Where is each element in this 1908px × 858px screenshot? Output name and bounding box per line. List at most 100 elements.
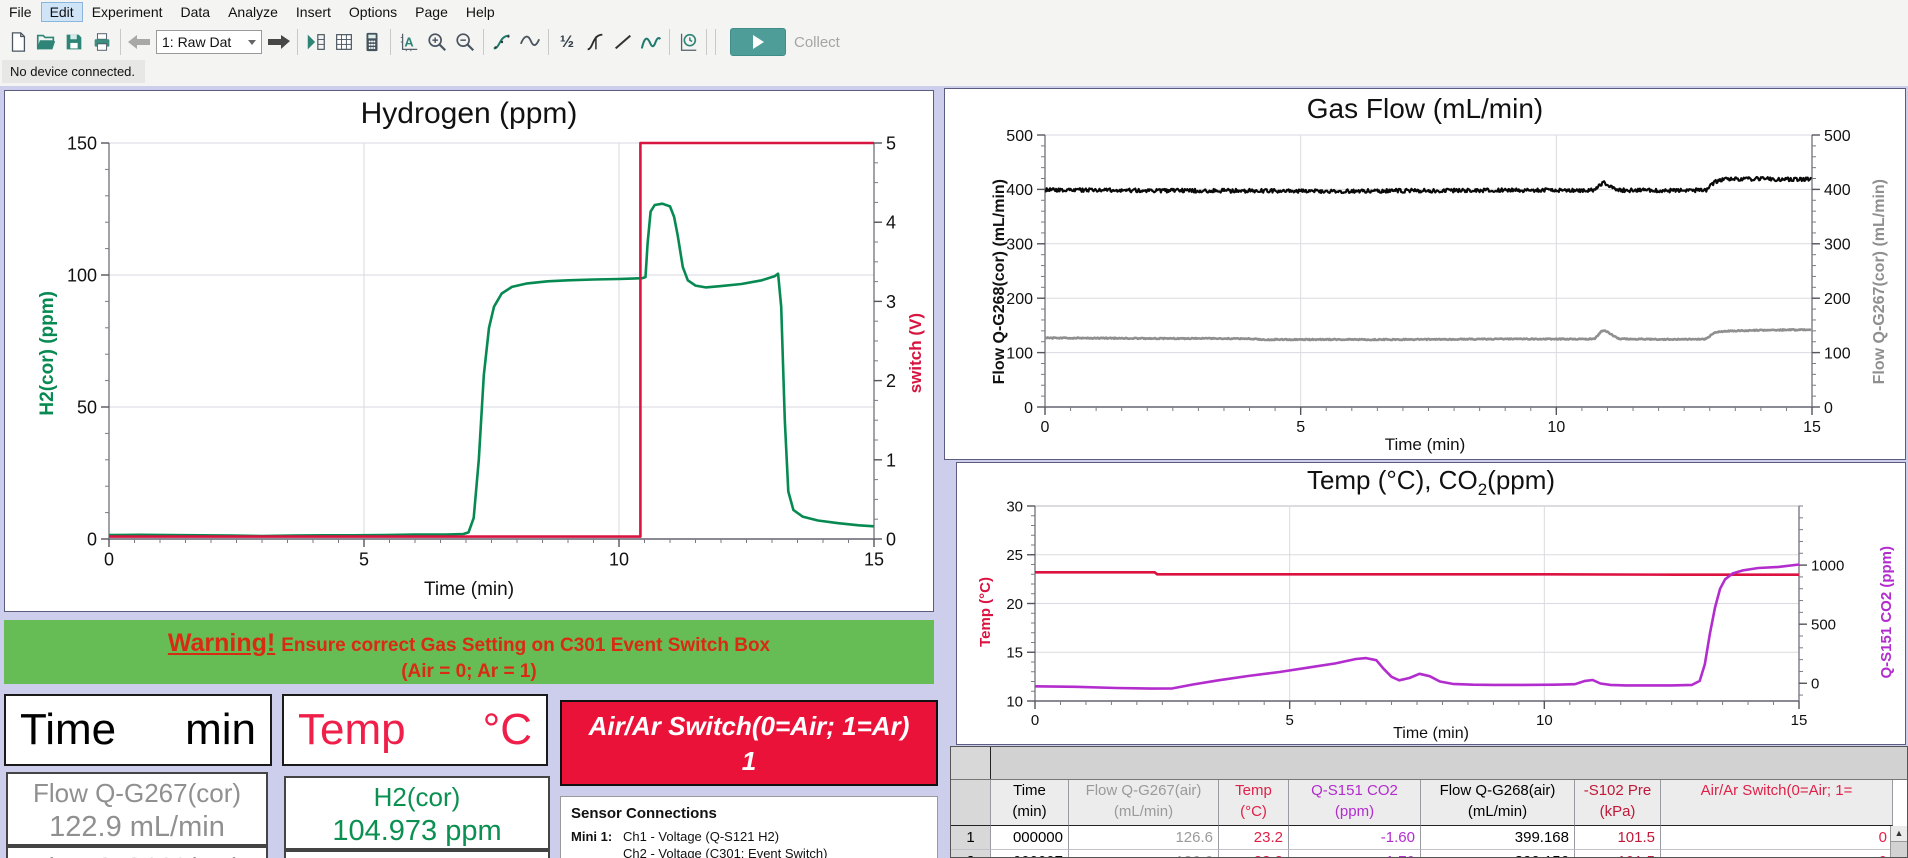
svg-text:15: 15	[1006, 645, 1023, 662]
table-scrollbar[interactable]: ▲	[1890, 826, 1907, 857]
previous-run-icon[interactable]	[125, 28, 153, 56]
svg-text:500: 500	[1824, 128, 1851, 145]
flow-q-g267-meter-value: 122.9 mL/min	[8, 811, 266, 844]
svg-text:10: 10	[609, 549, 629, 569]
table-row: 1000000126.623.2-1.60399.168101.50	[951, 826, 1907, 850]
warning-lead: Warning!	[168, 629, 275, 657]
gas-flow-plot-area[interactable]: 01002003004005000100200300400500051015	[945, 127, 1905, 437]
svg-text:25: 25	[1006, 547, 1023, 564]
time-meter-unit: min	[185, 705, 256, 755]
table-cell[interactable]: -1.70	[1289, 850, 1421, 858]
model-icon[interactable]	[637, 28, 665, 56]
table-column-header: Flow Q-G268(air)(mL/min)	[1421, 780, 1575, 826]
flow-q-g267-meter-label: Flow Q-G267(cor)	[8, 778, 266, 809]
next-run-icon[interactable]	[265, 28, 293, 56]
table-cell[interactable]: 0	[1661, 826, 1893, 850]
run-selector-dropdown[interactable]: 1: Raw Dat	[156, 30, 262, 54]
hydrogen-chart-title: Hydrogen (ppm)	[5, 97, 933, 131]
next-page-icon[interactable]	[302, 28, 330, 56]
menu-options[interactable]: Options	[340, 2, 406, 22]
temp-meter[interactable]: Temp °C	[282, 694, 548, 766]
svg-text:30: 30	[1006, 498, 1023, 515]
autoscale-icon[interactable]: A	[395, 28, 423, 56]
open-file-icon[interactable]	[32, 28, 60, 56]
temp-meter-label: Temp	[298, 705, 406, 755]
warning-banner: Warning! Ensure correct Gas Setting on C3…	[4, 620, 934, 684]
menu-data[interactable]: Data	[172, 2, 220, 22]
table-cell[interactable]: -1.60	[1289, 826, 1421, 850]
svg-text:150: 150	[67, 133, 97, 153]
menu-help[interactable]: Help	[457, 2, 504, 22]
table-cell[interactable]: 0	[1661, 850, 1893, 858]
statistics-icon[interactable]: ½	[553, 28, 581, 56]
clipped-meter[interactable]	[284, 850, 550, 858]
zoom-out-icon[interactable]	[451, 28, 479, 56]
time-meter[interactable]: Time min	[4, 694, 272, 766]
table-cell[interactable]: 101.5	[1575, 850, 1661, 858]
svg-text:0: 0	[1824, 400, 1833, 417]
sensor-connections-title: Sensor Connections	[571, 805, 927, 822]
table-cell[interactable]: 126.6	[1069, 850, 1219, 858]
table-cell[interactable]: 399.156	[1421, 850, 1575, 858]
table-column-header	[951, 780, 991, 826]
collect-button[interactable]	[730, 28, 786, 56]
save-icon[interactable]	[60, 28, 88, 56]
svg-text:500: 500	[1006, 128, 1033, 145]
status-message: No device connected.	[2, 60, 145, 83]
hydrogen-plot-area[interactable]: 050100150012345051015	[5, 133, 933, 573]
h2-cor-meter[interactable]: H2(cor) 104.973 ppm	[284, 776, 550, 850]
svg-text:0: 0	[1024, 400, 1033, 417]
collect-label: Collect	[794, 34, 840, 51]
menu-analyze[interactable]: Analyze	[219, 2, 287, 22]
table-cell[interactable]: 23.2	[1219, 850, 1289, 858]
svg-text:0: 0	[87, 529, 97, 549]
new-file-icon[interactable]	[4, 28, 32, 56]
warning-line2: (Air = 0; Ar = 1)	[4, 661, 934, 683]
table-cell[interactable]: 101.5	[1575, 826, 1661, 850]
menu-experiment[interactable]: Experiment	[83, 2, 172, 22]
air-ar-switch-title: Air/Ar Switch(0=Air; 1=Ar)	[562, 711, 936, 742]
table-cell[interactable]: 000000	[991, 826, 1069, 850]
tangent-icon[interactable]	[516, 28, 544, 56]
temp-co2-x-axis-label: Time (min)	[957, 725, 1905, 743]
scroll-up-icon[interactable]: ▲	[1891, 826, 1907, 842]
table-column-header: Time(min)	[991, 780, 1069, 826]
data-table-icon[interactable]	[330, 28, 358, 56]
table-cell[interactable]: 000007	[991, 850, 1069, 858]
curve-fit-icon[interactable]	[488, 28, 516, 56]
integral-icon[interactable]	[581, 28, 609, 56]
sensor-port: Mini 1:	[571, 829, 623, 844]
svg-text:0: 0	[886, 529, 896, 549]
svg-text:100: 100	[67, 265, 97, 285]
flow-q-g267-meter[interactable]: Flow Q-G267(cor) 122.9 mL/min	[6, 772, 268, 846]
sensor-port	[571, 846, 623, 858]
data-collection-setup-icon[interactable]	[674, 28, 702, 56]
table-cell[interactable]: 126.6	[1069, 826, 1219, 850]
table-cell[interactable]: 23.2	[1219, 826, 1289, 850]
svg-text:100: 100	[1006, 345, 1033, 362]
warning-line1: Ensure correct Gas Setting on C301 Event…	[281, 635, 770, 656]
run-selector-value: 1: Raw Dat	[162, 34, 231, 50]
svg-text:500: 500	[1811, 617, 1836, 634]
svg-text:0: 0	[1041, 419, 1050, 436]
calculator-icon[interactable]	[358, 28, 386, 56]
gas-flow-x-axis-label: Time (min)	[945, 435, 1905, 455]
svg-text:A: A	[404, 35, 413, 50]
menu-insert[interactable]: Insert	[287, 2, 340, 22]
linear-fit-icon[interactable]	[609, 28, 637, 56]
data-table[interactable]: Time(min)Flow Q-G267(air)(mL/min)Temp(°C…	[950, 746, 1908, 858]
table-column-header: Air/Ar Switch(0=Air; 1=	[1661, 780, 1893, 826]
air-ar-switch-meter[interactable]: Air/Ar Switch(0=Air; 1=Ar) 1	[560, 700, 938, 786]
menu-edit[interactable]: Edit	[41, 2, 83, 22]
table-row-number: 2	[951, 850, 991, 858]
svg-text:10: 10	[1006, 693, 1023, 710]
menu-file[interactable]: File	[0, 2, 41, 22]
temp-co2-chart-panel: Temp (°C), CO2(ppm) Temp (°C) Q-S151 CO2…	[956, 462, 1906, 745]
print-icon[interactable]	[88, 28, 116, 56]
menu-page[interactable]: Page	[406, 2, 457, 22]
status-bar: No device connected.	[0, 60, 1908, 86]
zoom-in-icon[interactable]	[423, 28, 451, 56]
table-cell[interactable]: 399.168	[1421, 826, 1575, 850]
flow-q-g268-meter[interactable]: Flow Q-G268(cor)	[6, 846, 268, 858]
temp-co2-plot-area[interactable]: 101520253005001000051015	[957, 497, 1905, 727]
